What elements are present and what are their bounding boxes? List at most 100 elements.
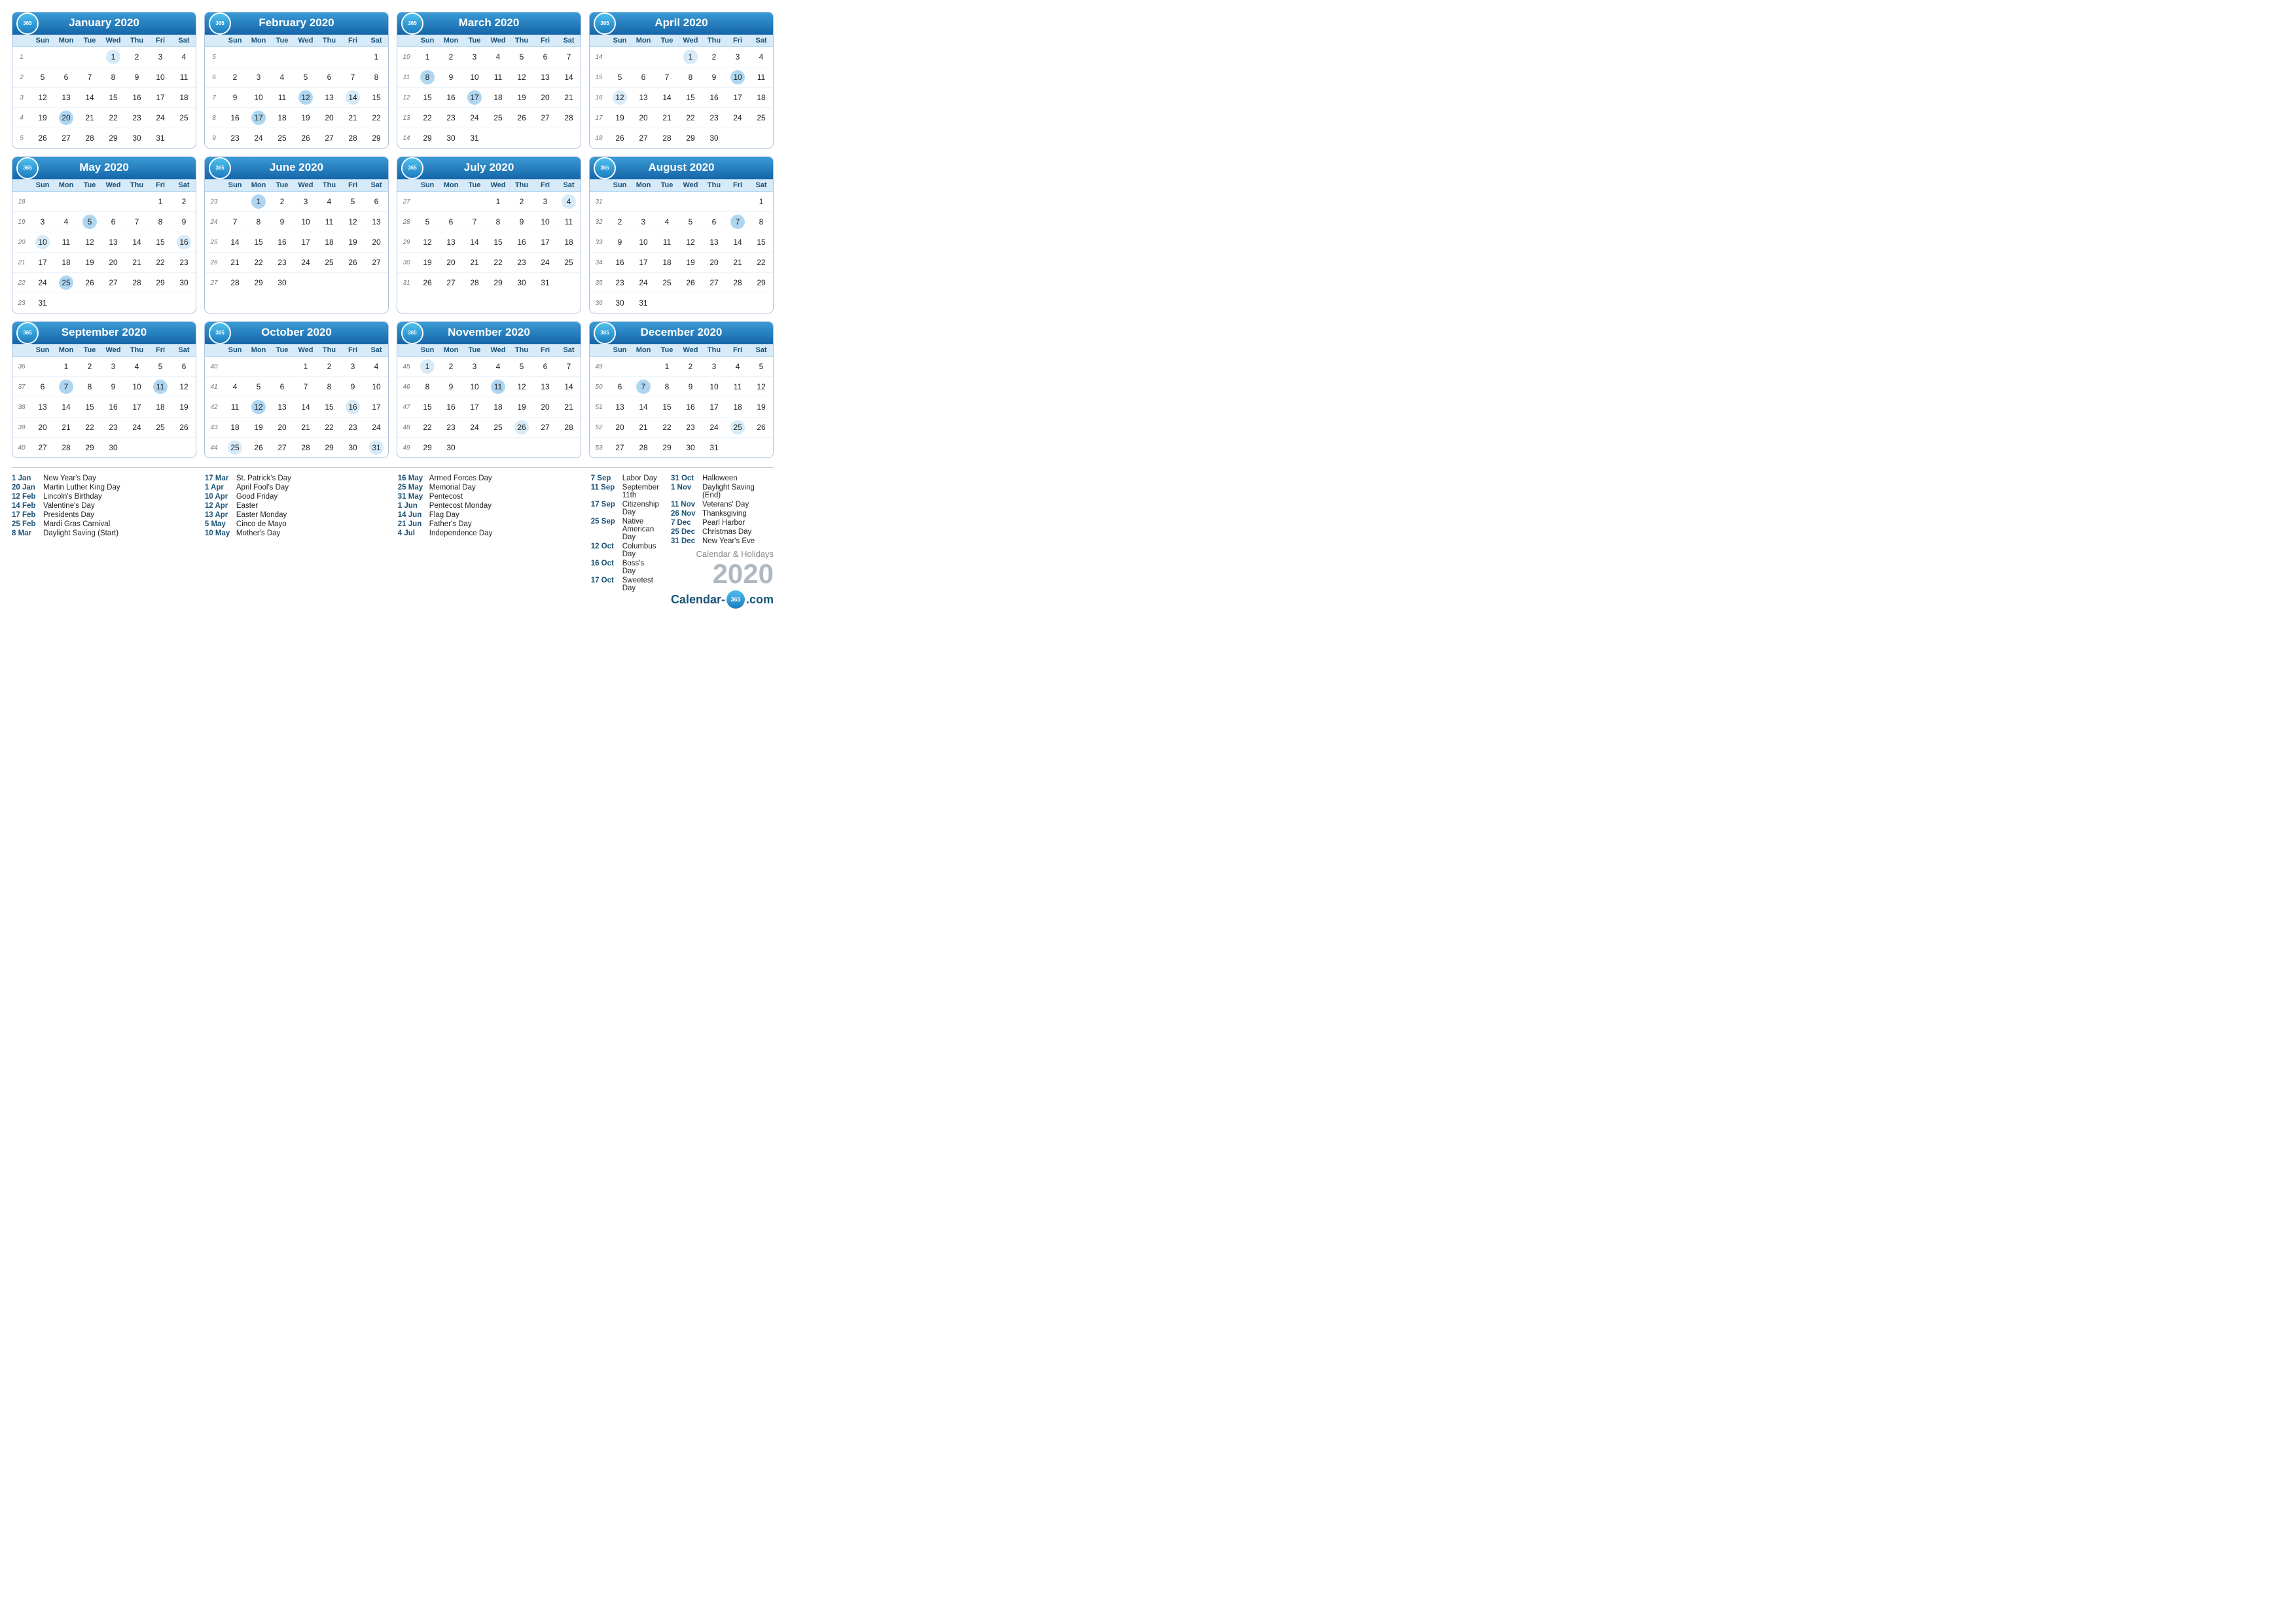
cal-day: 1	[420, 359, 435, 374]
cal-day: 13	[637, 90, 649, 105]
cal-week: 11891011121314	[397, 67, 581, 88]
cal-day: 23	[229, 131, 240, 145]
day-cell: 16	[608, 253, 632, 272]
day-cell: 29	[749, 273, 773, 293]
day-cell	[54, 192, 78, 211]
day-cell: 25	[223, 438, 247, 457]
day-cell: 26	[341, 253, 365, 272]
day-header-wed: Wed	[679, 346, 702, 354]
day-cell: 29	[78, 438, 101, 457]
day-cell: 4	[557, 192, 581, 211]
cal-day: 4	[495, 50, 502, 64]
day-header-sun: Sun	[223, 181, 247, 189]
holiday-date: 31 May	[398, 493, 425, 501]
day-cell	[557, 438, 581, 457]
day-cell: 10	[31, 232, 54, 252]
day-headers: SunMonTueWedThuFriSat	[590, 179, 773, 192]
cal-day: 22	[154, 255, 166, 270]
cal-day: 27	[107, 276, 118, 290]
day-cell: 10	[149, 67, 172, 87]
cal-day: 10	[730, 70, 745, 84]
day-cell: 10	[365, 377, 388, 397]
week-number: 12	[397, 88, 416, 107]
week-col-label	[12, 346, 31, 354]
cal-day: 16	[445, 400, 456, 414]
day-header-thu: Thu	[702, 181, 726, 189]
cal-week: 4822232425262728	[397, 418, 581, 438]
cal-day: 20	[708, 255, 719, 270]
day-cell: 12	[31, 88, 54, 107]
day-cell	[749, 438, 773, 457]
day-header-mon: Mon	[439, 181, 463, 189]
day-cell	[679, 192, 702, 211]
cal-day: 11	[230, 400, 240, 414]
day-cell: 24	[463, 418, 486, 437]
holiday-name: Veterans' Day	[702, 501, 749, 508]
cal-day: 6	[542, 50, 549, 64]
holiday-row: 4 JulIndependence Day	[398, 529, 579, 537]
day-cell: 9	[439, 67, 463, 87]
cal-day: 6	[448, 215, 455, 229]
day-cell: 15	[149, 232, 172, 252]
cal-day: 24	[469, 111, 480, 125]
week-number: 33	[590, 232, 608, 252]
day-cell: 14	[557, 377, 581, 397]
cal-day: 2	[232, 70, 239, 84]
day-cell: 17	[632, 253, 655, 272]
day-header-tue: Tue	[655, 37, 679, 45]
day-cell: 30	[510, 273, 533, 293]
day-cell: 4	[54, 212, 78, 232]
cal-day: 20	[59, 111, 73, 125]
holiday-row: 25 DecChristmas Day	[671, 528, 774, 536]
day-cell: 18	[557, 232, 581, 252]
day-header-thu: Thu	[125, 346, 149, 354]
day-cell: 23	[608, 273, 632, 293]
day-cell	[223, 47, 247, 67]
day-cell: 6	[270, 377, 294, 397]
day-cell: 16	[679, 397, 702, 417]
week-number: 3	[12, 88, 31, 107]
week-number: 27	[205, 273, 223, 293]
day-cell: 20	[702, 253, 726, 272]
cal-day: 25	[276, 131, 287, 145]
cal-week: 339101112131415	[590, 232, 773, 253]
day-cell: 9	[223, 88, 247, 107]
cal-day: 30	[276, 276, 287, 290]
cal-week: 3416171819202122	[590, 253, 773, 273]
day-cell: 21	[341, 108, 365, 128]
holiday-date: 1 Apr	[205, 484, 232, 491]
day-cell: 15	[78, 397, 101, 417]
cal-day: 2	[448, 50, 455, 64]
cal-day: 17	[539, 235, 550, 249]
day-cell: 7	[557, 357, 581, 376]
cal-week: 451234567	[397, 357, 581, 377]
holiday-row: 12 AprEaster	[205, 502, 386, 510]
cal-day: 26	[84, 276, 95, 290]
day-cell: 25	[486, 418, 510, 437]
cal-day: 21	[229, 255, 240, 270]
day-headers: SunMonTueWedThuFriSat	[397, 344, 581, 357]
cal-day: 13	[323, 90, 334, 105]
day-headers: SunMonTueWedThuFriSat	[12, 179, 196, 192]
cal-day: 26	[514, 420, 529, 435]
day-cell: 17	[247, 108, 270, 128]
day-cell: 17	[702, 397, 726, 417]
cal-day: 21	[563, 90, 574, 105]
day-cell: 4	[317, 192, 341, 211]
cal-day: 7	[730, 215, 745, 229]
holiday-row: 31 DecNew Year's Eve	[671, 537, 774, 545]
day-cell	[702, 192, 726, 211]
cal-day: 6	[326, 70, 333, 84]
day-cell	[463, 438, 486, 457]
day-cell: 26	[510, 418, 533, 437]
holiday-name: Citizenship Day	[622, 501, 659, 516]
week-number: 46	[397, 377, 416, 397]
day-cell: 8	[679, 67, 702, 87]
cal-week: 2117181920212223	[12, 253, 196, 273]
day-cell: 28	[655, 128, 679, 148]
day-header-sun: Sun	[31, 181, 54, 189]
cal-week: 14293031	[397, 128, 581, 148]
day-cell: 16	[510, 232, 533, 252]
day-cell	[317, 273, 341, 293]
day-cell: 6	[533, 47, 557, 67]
